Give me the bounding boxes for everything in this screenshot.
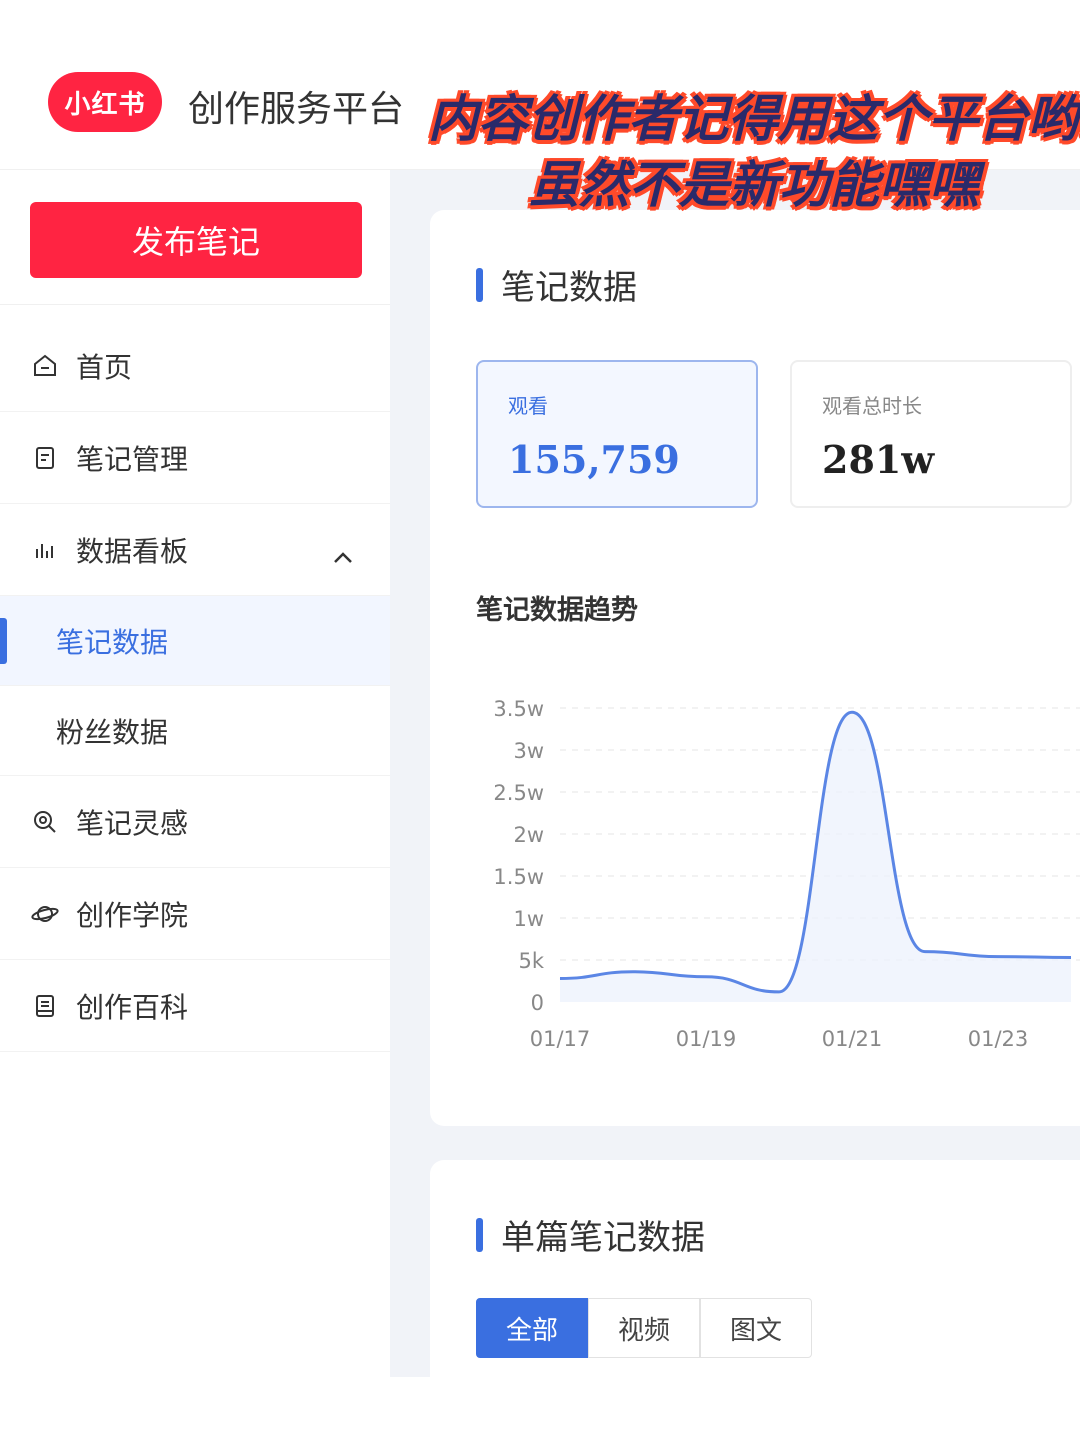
section-title-note-data: 笔记数据 bbox=[476, 260, 637, 309]
sidebar-item-note-data[interactable]: 笔记数据 bbox=[0, 596, 390, 686]
sidebar-item-label: 笔记数据 bbox=[56, 625, 169, 659]
bar-chart-icon bbox=[30, 535, 60, 565]
book-icon bbox=[30, 991, 60, 1021]
overlay-caption-line: 内容创作者记得用这个平台哟! bbox=[428, 89, 1080, 148]
metric-value: 155,759 bbox=[508, 437, 680, 482]
tab-image-text[interactable]: 图文 bbox=[700, 1298, 812, 1358]
y-tick-label: 0 bbox=[531, 991, 544, 1015]
sidebar-item-note-inspiration[interactable]: 笔记灵感 bbox=[0, 776, 390, 868]
x-tick-label: 01/21 bbox=[822, 1027, 883, 1051]
overlay-caption-line: 虽然不是新功能嘿嘿 bbox=[529, 155, 979, 214]
home-icon bbox=[30, 351, 60, 381]
sidebar-item-label: 粉丝数据 bbox=[56, 715, 169, 749]
section-title-text: 笔记数据 bbox=[501, 268, 637, 308]
metric-label: 观看 bbox=[508, 394, 548, 418]
sidebar-menu: 首页 笔记管理 数据看板 笔记数据 粉丝数据 笔记灵感 创作学院 创作百科 bbox=[0, 320, 390, 1052]
y-tick-label: 1.5w bbox=[493, 865, 544, 889]
tab-video[interactable]: 视频 bbox=[588, 1298, 700, 1358]
y-tick-label: 2w bbox=[513, 823, 544, 847]
sidebar-item-data-dashboard[interactable]: 数据看板 bbox=[0, 504, 390, 596]
search-idea-icon bbox=[30, 807, 60, 837]
bottom-blank-area bbox=[0, 1377, 1080, 1439]
section-title-single-note-data: 单篇笔记数据 bbox=[476, 1210, 705, 1259]
sidebar-item-note-management[interactable]: 笔记管理 bbox=[0, 412, 390, 504]
y-tick-label: 3w bbox=[513, 739, 544, 763]
sidebar-item-label: 数据看板 bbox=[76, 534, 189, 568]
x-tick-label: 01/23 bbox=[968, 1027, 1029, 1051]
sidebar-item-label: 首页 bbox=[76, 350, 133, 384]
publish-note-button[interactable]: 发布笔记 bbox=[30, 202, 362, 278]
sidebar-item-label: 创作学院 bbox=[76, 898, 189, 932]
metric-card-watch-time[interactable]: 观看总时长 281w bbox=[790, 360, 1072, 508]
metric-card-views[interactable]: 观看 155,759 bbox=[476, 360, 758, 508]
sidebar-item-label: 笔记灵感 bbox=[76, 806, 189, 840]
section-title-text: 单篇笔记数据 bbox=[501, 1218, 705, 1258]
y-tick-label: 3.5w bbox=[493, 697, 544, 721]
y-tick-label: 2.5w bbox=[493, 781, 544, 805]
metric-value: 281w bbox=[822, 437, 935, 482]
planet-icon bbox=[30, 899, 60, 929]
x-tick-label: 01/17 bbox=[530, 1027, 591, 1051]
chevron-up-icon[interactable] bbox=[332, 538, 354, 571]
section-accent-bar bbox=[476, 1217, 483, 1252]
metric-label: 观看总时长 bbox=[822, 394, 922, 418]
overlay-caption: 内容创作者记得用这个平台哟! 虽然不是新功能嘿嘿 bbox=[428, 86, 1080, 218]
trend-line-chart[interactable]: 0 5k 1w 1.5w 2w 2.5w 3w 3.5w 01/17 01/19 01/21 01/2… bbox=[476, 680, 1080, 1070]
sidebar-item-home[interactable]: 首页 bbox=[0, 320, 390, 412]
sidebar-item-label: 创作百科 bbox=[76, 990, 189, 1024]
sidebar-item-creator-wiki[interactable]: 创作百科 bbox=[0, 960, 390, 1052]
divider bbox=[0, 304, 390, 305]
tab-all[interactable]: 全部 bbox=[476, 1298, 588, 1358]
y-tick-label: 5k bbox=[518, 949, 544, 973]
x-tick-label: 01/19 bbox=[676, 1027, 737, 1051]
sidebar: 发布笔记 首页 笔记管理 数据看板 笔记数据 粉丝数据 笔记灵感 创作学院 创作… bbox=[0, 170, 390, 1377]
trend-chart-title: 笔记数据趋势 bbox=[476, 595, 638, 626]
sidebar-item-fan-data[interactable]: 粉丝数据 bbox=[0, 686, 390, 776]
platform-title: 创作服务平台 bbox=[188, 89, 405, 130]
y-tick-label: 1w bbox=[513, 907, 544, 931]
note-type-tabs: 全部 视频 图文 bbox=[476, 1298, 812, 1358]
section-accent-bar bbox=[476, 267, 483, 302]
xiaohongshu-logo[interactable]: 小红书 bbox=[48, 72, 162, 132]
sidebar-item-creator-academy[interactable]: 创作学院 bbox=[0, 868, 390, 960]
sidebar-item-label: 笔记管理 bbox=[76, 442, 189, 476]
document-icon bbox=[30, 443, 60, 473]
